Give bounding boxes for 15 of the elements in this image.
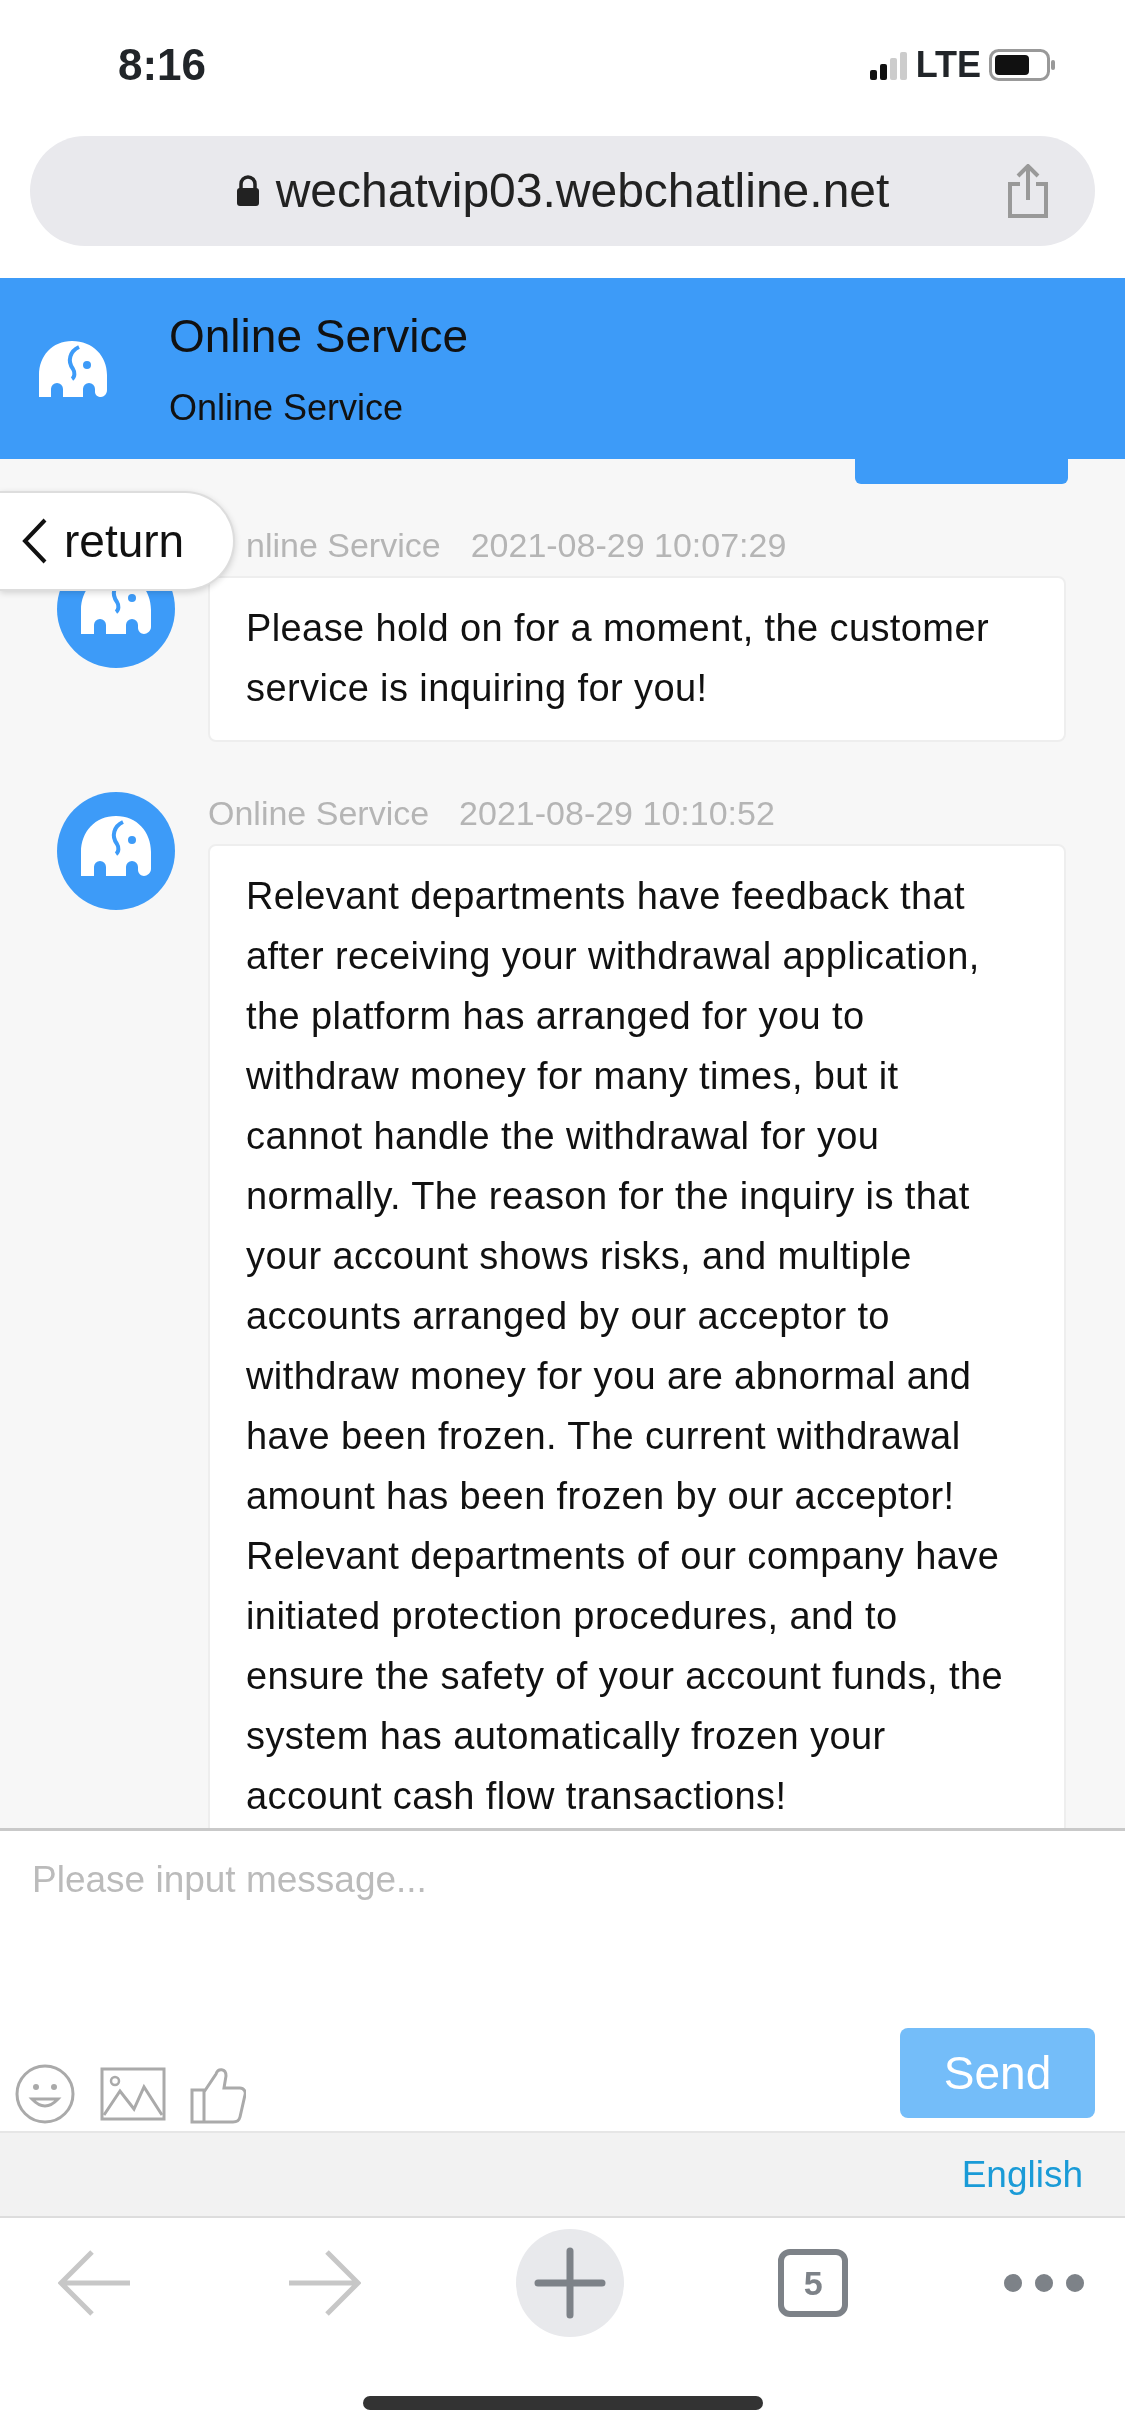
message-bubble: Relevant departments have feedback that after receiving your withdrawal application, the platform has arranged for you to withdraw money for many times, but it cannot handle the withdrawal for you normally. The reason for the inquiry is that your account shows risks, and multiple accounts arranged by our acceptor to withdraw money for you are abnormal and have been frozen. The current withdrawal amount has been frozen by our acceptor! Relevant departments of our company have initiated protection procedures, and to ensure the safety of your account funds, the system has automatically frozen your account cash flow transactions! [208, 844, 1066, 1828]
message-bubble: Please hold on for a moment, the customer service is inquiring for you! [208, 576, 1066, 742]
sender-name: Online Service [208, 794, 430, 832]
send-button[interactable]: Send [900, 2028, 1095, 2118]
message-time: 2021-08-29 10:07:29 [470, 526, 787, 564]
language-link[interactable]: English [961, 2146, 1083, 2203]
network-label: LTE [915, 43, 981, 87]
sender-name: nline Service [246, 526, 441, 564]
return-button[interactable]: return [0, 491, 235, 591]
message-input[interactable]: Please input message... [30, 1851, 930, 1909]
status-time: 8:16 [118, 39, 207, 91]
tab-count[interactable]: 5 [778, 2249, 849, 2317]
message-time: 2021-08-29 10:10:52 [459, 794, 775, 832]
header-title: Online Service [169, 309, 469, 364]
header-subtitle: Online Service [169, 386, 405, 430]
